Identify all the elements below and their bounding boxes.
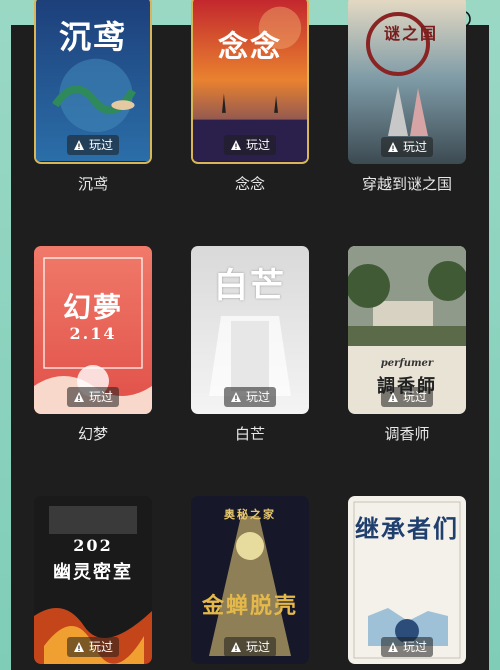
cover-title-text: 白芒 xyxy=(214,266,286,306)
game-title[interactable]: 调香师 xyxy=(332,423,482,444)
game-title[interactable]: 白芒 xyxy=(175,423,325,444)
played-label: 玩过 xyxy=(402,640,428,654)
warning-triangle-icon xyxy=(230,140,241,150)
game-card-youling[interactable]: 202 幽灵密室 玩过 xyxy=(34,496,152,664)
cover-title-text: 沉鸢 xyxy=(58,18,127,56)
played-label: 玩过 xyxy=(245,390,271,404)
played-badge: 玩过 xyxy=(223,637,277,657)
game-card-niannian[interactable]: 念念 玩过 xyxy=(191,0,309,164)
cover-title-text: 念念 xyxy=(218,30,282,65)
cover-subtitle-text: 奥秘之家 xyxy=(224,508,276,521)
cover-subtitle-text: 2.14 xyxy=(69,324,117,343)
played-badge: 玩过 xyxy=(66,387,120,407)
game-card-chuanyue[interactable]: 谜之国 玩过 xyxy=(348,0,466,164)
cover-subtitle-text: perfumer xyxy=(380,358,434,369)
played-label: 玩过 xyxy=(88,640,114,654)
played-label: 玩过 xyxy=(402,140,428,154)
warning-triangle-icon xyxy=(230,642,241,652)
played-label: 玩过 xyxy=(402,390,428,404)
game-card-baimang[interactable]: 白芒 玩过 xyxy=(191,246,309,414)
played-label: 玩过 xyxy=(245,138,271,152)
game-card-jinchan[interactable]: 奥秘之家 金蝉脱壳 玩过 xyxy=(191,496,309,664)
played-badge: 玩过 xyxy=(380,387,434,407)
played-badge: 玩过 xyxy=(223,387,277,407)
cover-title-text: 继承者们 xyxy=(355,514,459,543)
cover-title-text: 幻夢 xyxy=(62,291,123,324)
cover-title-text: 幽灵密室 xyxy=(53,562,133,583)
played-label: 玩过 xyxy=(88,390,114,404)
played-label: 玩过 xyxy=(88,138,114,152)
game-title[interactable]: 穿越到谜之国 xyxy=(332,173,482,194)
played-badge: 玩过 xyxy=(66,135,120,155)
warning-triangle-icon xyxy=(73,392,84,402)
warning-triangle-icon xyxy=(73,642,84,652)
warning-triangle-icon xyxy=(387,142,398,152)
game-title[interactable]: 念念 xyxy=(175,173,325,194)
played-badge: 玩过 xyxy=(380,137,434,157)
played-badge: 玩过 xyxy=(380,637,434,657)
cover-subtitle-text: 202 xyxy=(73,536,113,555)
played-badge: 玩过 xyxy=(223,135,277,155)
warning-triangle-icon xyxy=(387,392,398,402)
game-title[interactable]: 幻梦 xyxy=(18,423,168,444)
warning-triangle-icon xyxy=(73,140,84,150)
played-label: 玩过 xyxy=(245,640,271,654)
cover-title-text: 谜之国 xyxy=(383,24,438,43)
game-card-tiaoxiangshi[interactable]: 調香師 perfumer 玩过 xyxy=(348,246,466,414)
warning-triangle-icon xyxy=(230,392,241,402)
game-card-jichengzhe[interactable]: 继承者们 玩过 xyxy=(348,496,466,664)
game-card-huanmeng[interactable]: 幻夢 2.14 玩过 xyxy=(34,246,152,414)
game-card-chenyuan[interactable]: 沉鸢 玩过 xyxy=(34,0,152,164)
warning-triangle-icon xyxy=(387,642,398,652)
cover-title-text: 金蝉脱壳 xyxy=(201,593,298,619)
game-title[interactable]: 沉鸢 xyxy=(18,173,168,194)
played-badge: 玩过 xyxy=(66,637,120,657)
